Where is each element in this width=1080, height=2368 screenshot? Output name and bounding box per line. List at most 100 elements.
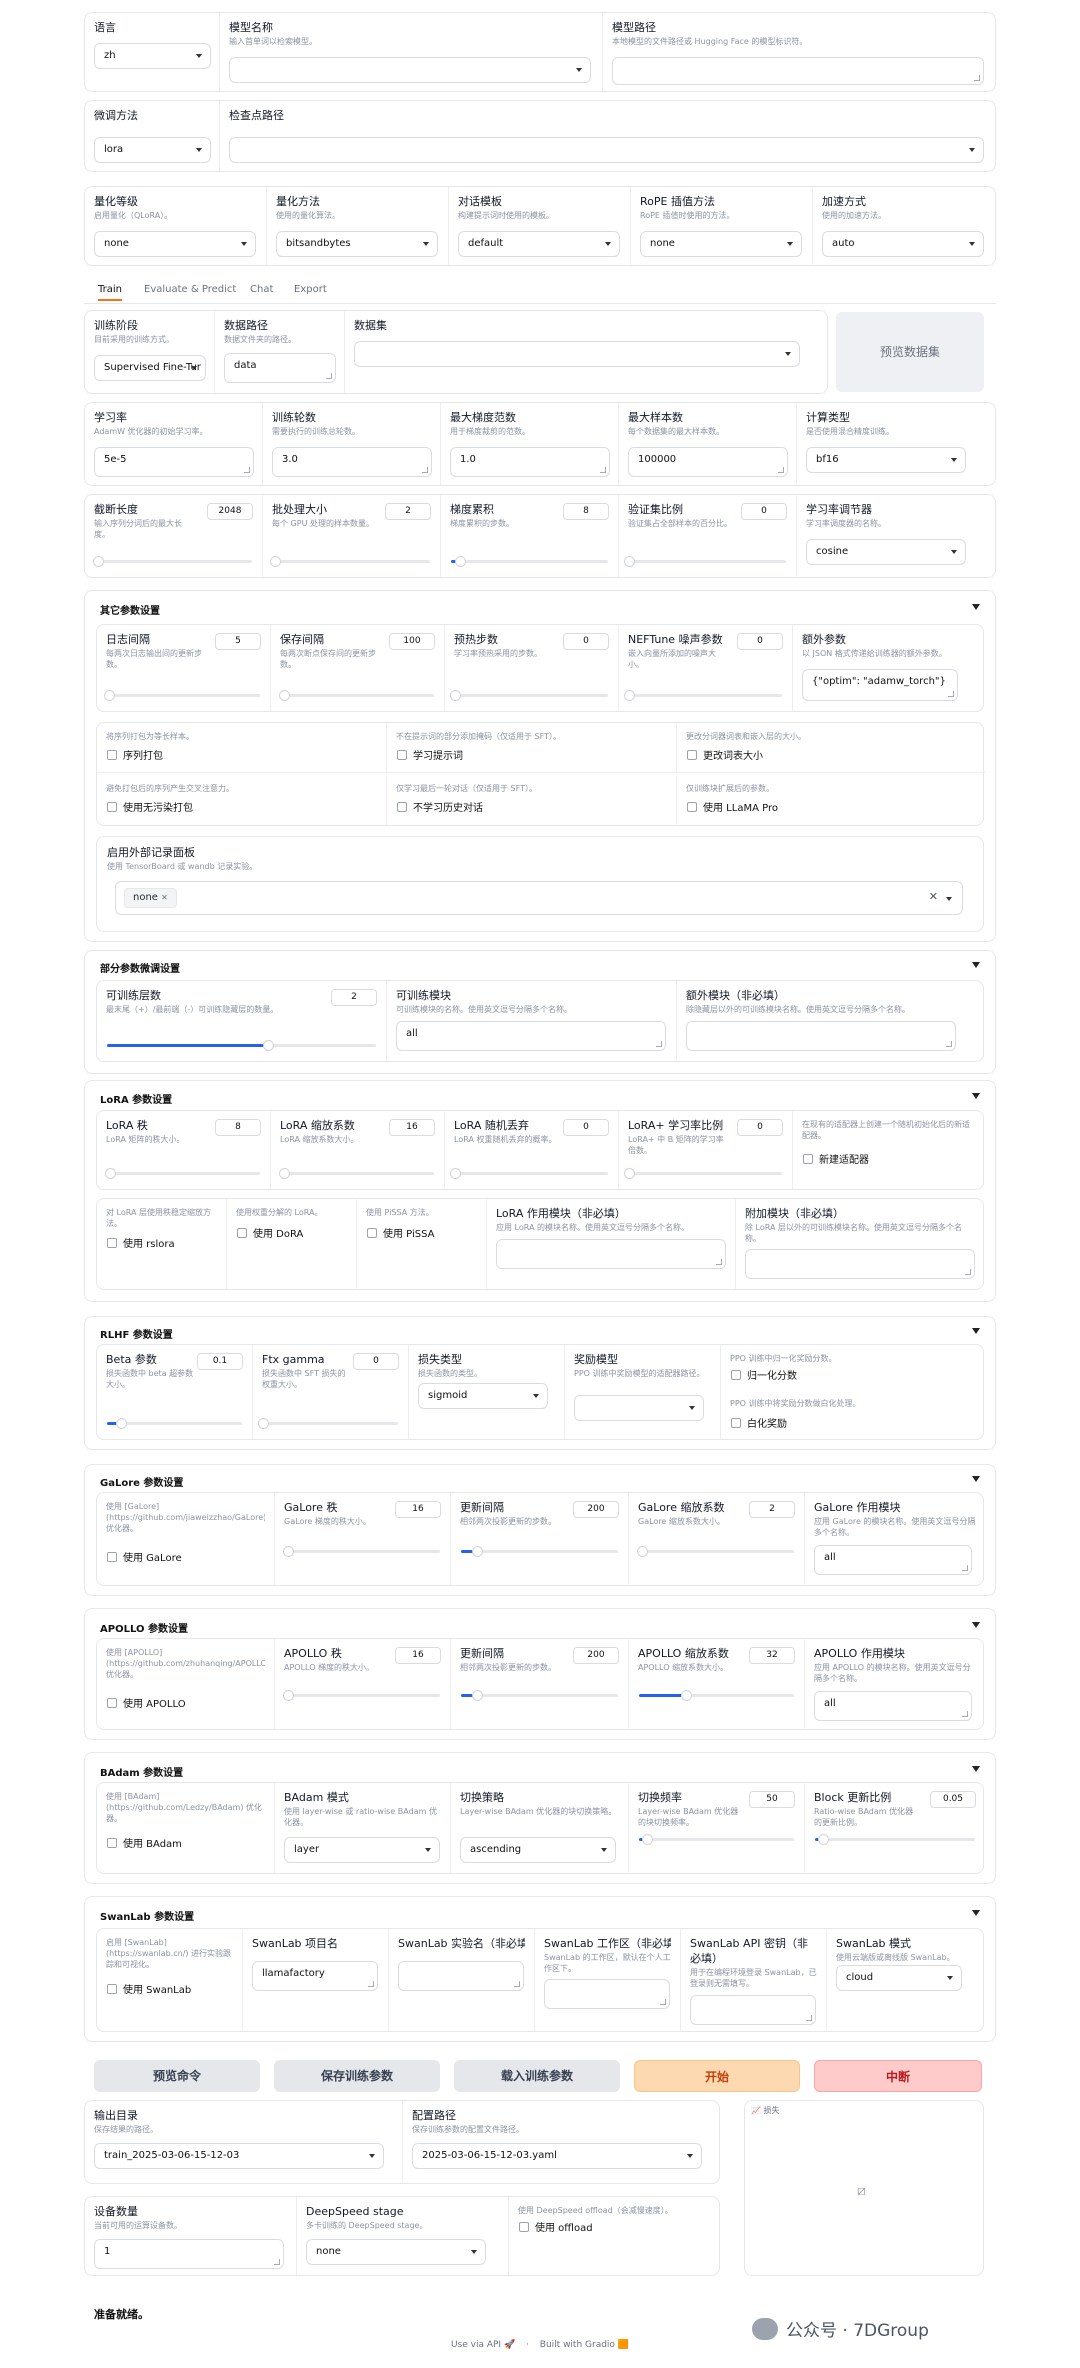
resize-vocab-checkbox[interactable]: 更改词表大小 [687, 747, 763, 762]
report-to-multiselect[interactable]: none ✕ ✕ [115, 881, 963, 915]
badam-freq-knob[interactable] [641, 1834, 653, 1845]
val-size-knob[interactable] [624, 556, 635, 567]
swanlab-run-input[interactable] [398, 1961, 524, 1991]
galore-target-input[interactable]: all [814, 1545, 972, 1575]
save-args-button[interactable]: 保存训练参数 [274, 2060, 440, 2092]
swanlab-toggle-icon[interactable] [972, 1910, 980, 1916]
apollo-scale-slider[interactable] [639, 1690, 794, 1701]
tag-remove-icon[interactable]: ✕ [161, 893, 168, 902]
new-adapter-box[interactable] [803, 1153, 813, 1164]
galore-update-number[interactable]: 200 [573, 1501, 619, 1518]
save-steps-slider[interactable] [279, 690, 434, 701]
lora-rank-knob[interactable] [105, 1168, 117, 1179]
badam-toggle-icon[interactable] [972, 1766, 980, 1772]
train-prompt-checkbox[interactable]: 学习提示词 [397, 747, 463, 762]
cutoff-len-slider[interactable] [93, 556, 252, 567]
swanlab-mode-dropdown[interactable]: cloud [836, 1965, 962, 1991]
val-size-number[interactable]: 0 [741, 503, 787, 520]
mask-history-checkbox[interactable]: 不学习历史对话 [397, 799, 483, 814]
rslora-checkbox[interactable]: 使用 rslora [107, 1235, 175, 1250]
swanlab-api-input[interactable] [690, 1995, 816, 2025]
badam-ratio-number[interactable]: 0.05 [930, 1791, 976, 1808]
freeze-toggle-icon[interactable] [972, 962, 980, 968]
badam-freq-number[interactable]: 50 [749, 1791, 795, 1808]
booster-dropdown[interactable]: auto [822, 231, 984, 257]
galore-update-knob[interactable] [471, 1546, 483, 1557]
neat-packing-checkbox[interactable]: 使用无污染打包 [107, 799, 193, 814]
apollo-rank-slider[interactable] [283, 1690, 440, 1701]
tab-export[interactable]: Export [294, 284, 327, 295]
dora-checkbox[interactable]: 使用 DoRA [237, 1225, 303, 1240]
galore-scale-knob[interactable] [637, 1546, 649, 1557]
mask-history-box[interactable] [397, 801, 407, 812]
stage-dropdown[interactable]: Supervised Fine-Tur [94, 355, 206, 381]
other-settings-toggle-icon[interactable] [972, 604, 980, 610]
chevron-down-icon[interactable] [946, 897, 952, 901]
save-steps-number[interactable]: 100 [389, 633, 435, 650]
loraplus-knob[interactable] [624, 1168, 635, 1179]
logging-steps-number[interactable]: 5 [215, 633, 261, 650]
galore-toggle-icon[interactable] [972, 1476, 980, 1482]
save-steps-knob[interactable] [279, 690, 291, 701]
swanlab-workspace-input[interactable] [544, 1979, 670, 2009]
abort-button[interactable]: 中断 [814, 2060, 982, 2092]
apollo-scale-knob[interactable] [680, 1690, 692, 1701]
pissa-checkbox[interactable]: 使用 PiSSA [367, 1225, 435, 1240]
tab-chat[interactable]: Chat [250, 284, 273, 295]
loraplus-number[interactable]: 0 [737, 1119, 783, 1136]
lora-alpha-slider[interactable] [279, 1168, 434, 1179]
gradio-link[interactable]: Built with Gradio 🟧 [540, 2340, 629, 2350]
preview-command-button[interactable]: 预览命令 [94, 2060, 260, 2092]
badam-freq-slider[interactable] [639, 1834, 794, 1845]
model-name-dropdown[interactable] [229, 57, 591, 83]
trainable-layers-number[interactable]: 2 [331, 989, 377, 1006]
output-dir-dropdown[interactable]: train_2025-03-06-15-12-03 [94, 2143, 384, 2169]
use-swanlab-box[interactable] [107, 1983, 117, 1994]
batch-size-knob[interactable] [269, 556, 281, 567]
pref-beta-knob[interactable] [115, 1418, 127, 1429]
apollo-title[interactable]: APOLLO 参数设置 [100, 1620, 188, 1635]
freeze-title[interactable]: 部分参数微调设置 [100, 960, 180, 975]
lora-alpha-knob[interactable] [279, 1168, 291, 1179]
language-dropdown[interactable]: zh [94, 43, 211, 69]
ppo-whiten-checkbox[interactable]: 白化奖励 [731, 1415, 787, 1430]
clear-icon[interactable]: ✕ [929, 890, 938, 903]
logging-steps-slider[interactable] [103, 690, 260, 701]
neftune-knob[interactable] [624, 690, 635, 701]
config-path-dropdown[interactable]: 2025-03-06-15-12-03.yaml [412, 2143, 702, 2169]
use-badam-checkbox[interactable]: 使用 BAdam [107, 1835, 182, 1850]
use-galore-checkbox[interactable]: 使用 GaLore [107, 1549, 182, 1564]
cutoff-len-knob[interactable] [93, 556, 105, 567]
batch-size-slider[interactable] [269, 556, 430, 567]
template-dropdown[interactable]: default [458, 231, 620, 257]
apollo-rank-knob[interactable] [283, 1690, 295, 1701]
pref-beta-slider[interactable] [107, 1418, 242, 1429]
lora-dropout-slider[interactable] [450, 1168, 608, 1179]
use-galore-box[interactable] [107, 1551, 117, 1562]
lora-title[interactable]: LoRA 参数设置 [100, 1091, 172, 1106]
additional-target-input[interactable] [745, 1249, 975, 1279]
galore-rank-knob[interactable] [283, 1546, 295, 1557]
pref-loss-dropdown[interactable]: sigmoid [418, 1383, 548, 1409]
rslora-box[interactable] [107, 1237, 117, 1248]
grad-accum-number[interactable]: 8 [563, 503, 609, 520]
pref-beta-number[interactable]: 0.1 [197, 1353, 243, 1370]
pref-ftx-knob[interactable] [258, 1418, 269, 1429]
new-adapter-checkbox[interactable]: 新建适配器 [803, 1151, 869, 1166]
neat-packing-box[interactable] [107, 801, 117, 812]
report-to-tag[interactable]: none ✕ [124, 888, 177, 908]
swanlab-project-input[interactable]: llamafactory [252, 1961, 378, 1991]
neftune-slider[interactable] [624, 690, 782, 701]
compute-type-dropdown[interactable]: bf16 [806, 447, 966, 473]
warmup-steps-number[interactable]: 0 [563, 633, 609, 650]
galore-rank-number[interactable]: 16 [395, 1501, 441, 1518]
galore-scale-slider[interactable] [637, 1546, 794, 1557]
val-size-slider[interactable] [624, 556, 786, 567]
dora-box[interactable] [237, 1227, 247, 1238]
trainable-modules-input[interactable]: all [396, 1021, 666, 1051]
packing-box[interactable] [107, 749, 117, 760]
finetune-method-dropdown[interactable]: lora [94, 137, 211, 163]
warmup-steps-knob[interactable] [450, 690, 461, 701]
grad-accum-knob[interactable] [455, 556, 467, 567]
llama-pro-box[interactable] [687, 801, 697, 812]
